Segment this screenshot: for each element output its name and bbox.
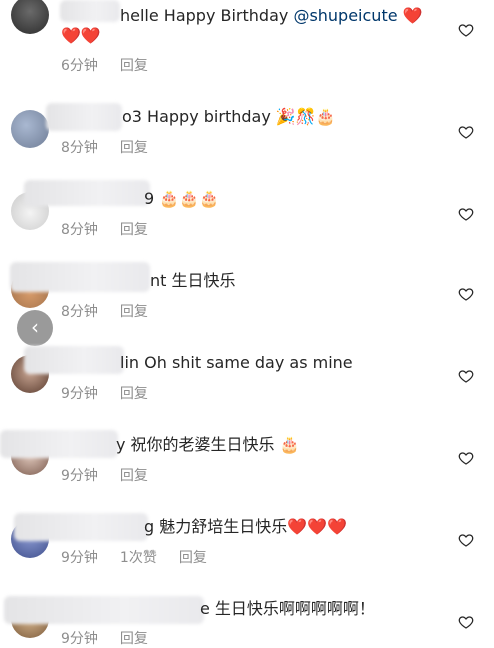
timestamp: 9分钟 [61,386,98,402]
reply-button[interactable]: 回复 [179,550,207,566]
comment-item: helle Happy Birthday @shupeicute ❤️ ❤️❤️… [0,0,494,80]
timestamp: 8分钟 [61,222,98,238]
heart-icon[interactable] [458,22,474,38]
blurred-username [46,103,122,131]
username[interactable]: helle [120,6,159,25]
blurred-username [14,513,148,541]
comment-text: lin Oh shit same day as mine [120,353,353,372]
blurred-username [24,180,150,206]
heart-emoji: ❤️ [402,6,423,25]
comment-meta: 8分钟 回复 [61,219,170,239]
username[interactable]: 9 [144,189,154,208]
blurred-username [4,596,204,624]
comment-meta: 9分钟 1次赞 回复 [61,547,229,567]
username[interactable]: g [144,517,154,536]
heart-icon[interactable] [458,614,474,630]
comment-item: nt 生日快乐 8分钟 回复 [0,260,494,330]
reply-button[interactable]: 回复 [120,222,148,238]
reply-button[interactable]: 回复 [120,58,148,74]
reply-button[interactable]: 回复 [120,468,148,484]
emoji: 🎉🎊🎂 [275,107,336,126]
heart-icon[interactable] [458,206,474,222]
heart-icon[interactable] [458,450,474,466]
comment-meta: 9分钟 回复 [61,628,170,648]
reply-button[interactable]: 回复 [120,386,148,402]
comment-item: g 魅力舒培生日快乐❤️❤️❤️ 9分钟 1次赞 回复 [0,500,494,570]
comment-meta: 8分钟 回复 [61,301,170,321]
comment-item: 9 🎂🎂🎂 8分钟 回复 [0,180,494,250]
timestamp: 9分钟 [61,468,98,484]
username[interactable]: e [200,599,210,618]
heart-icon[interactable] [458,532,474,548]
heart-emoji: ❤️❤️❤️ [287,517,348,536]
username[interactable]: nt [150,271,166,290]
comment-item: e 生日快乐啊啊啊啊啊！ 9分钟 回复 [0,580,494,647]
blurred-username [24,346,124,374]
reply-button[interactable]: 回复 [120,304,148,320]
comment-item: y 祝你的老婆生日快乐 🎂 9分钟 回复 [0,420,494,490]
comment-text: o3 Happy birthday 🎉🎊🎂 [122,107,336,126]
avatar[interactable] [11,0,49,34]
reply-button[interactable]: 回复 [120,140,148,156]
emoji: 🎂 [279,435,300,454]
blurred-username [0,430,118,458]
timestamp: 8分钟 [61,304,98,320]
comment-text-line2: ❤️❤️ [61,26,101,45]
avatar[interactable] [11,110,49,148]
comment-text: 9 🎂🎂🎂 [144,187,219,211]
heart-icon[interactable] [458,368,474,384]
username[interactable]: o3 [122,107,142,126]
timestamp: 9分钟 [61,550,98,566]
comment-text: nt 生日快乐 [150,271,236,290]
mention-link[interactable]: @shupeicute [293,6,397,25]
reply-button[interactable]: 回复 [120,631,148,647]
comment-text: y 祝你的老婆生日快乐 🎂 [116,435,300,454]
likes-count[interactable]: 1次赞 [120,550,157,566]
comment-item: o3 Happy birthday 🎉🎊🎂 8分钟 回复 [0,100,494,170]
timestamp: 9分钟 [61,631,98,647]
comment-text: helle Happy Birthday @shupeicute ❤️ [120,6,423,25]
blurred-username [60,0,120,22]
emoji: 🎂🎂🎂 [159,189,220,208]
username[interactable]: lin [120,353,139,372]
comment-meta: 9分钟 回复 [61,465,170,485]
comment-text: e 生日快乐啊啊啊啊啊！ [200,599,375,618]
heart-icon[interactable] [458,286,474,302]
blurred-username [10,262,150,292]
comment-meta: 6分钟 回复 [61,55,170,75]
timestamp: 6分钟 [61,58,98,74]
timestamp: 8分钟 [61,140,98,156]
heart-icon[interactable] [458,124,474,140]
comment-item: lin Oh shit same day as mine 9分钟 回复 [0,340,494,410]
comment-meta: 8分钟 回复 [61,137,170,157]
comment-meta: 9分钟 回复 [61,383,170,403]
comment-text: g 魅力舒培生日快乐❤️❤️❤️ [144,517,348,536]
